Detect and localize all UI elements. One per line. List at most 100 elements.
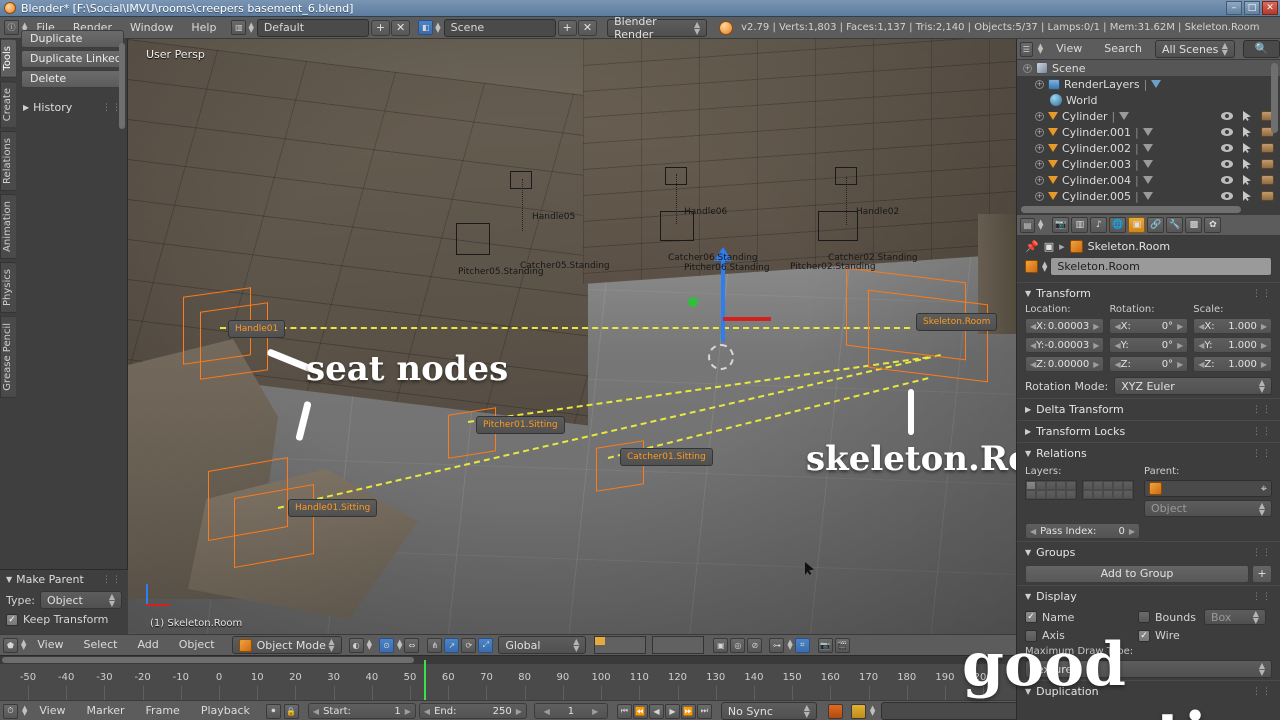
viewport-shading-icon[interactable]: ◐ <box>348 637 364 653</box>
outliner-row[interactable]: + Cylinder.001 | <box>1017 124 1280 140</box>
viewport-menu-view[interactable]: View <box>28 634 72 656</box>
pivot-point-icon[interactable]: ⊙ <box>378 637 394 653</box>
minimize-button[interactable]: – <box>1226 1 1242 15</box>
expand-toggle-icon[interactable]: + <box>1035 143 1044 153</box>
close-button[interactable]: ✕ <box>1262 1 1278 15</box>
outliner-data-icon[interactable] <box>1142 144 1153 152</box>
render-animation-icon[interactable]: 🎬 <box>834 637 850 653</box>
scale-manipulator-icon[interactable]: ⤢ <box>478 637 494 653</box>
tab-physics[interactable]: Physics <box>0 261 16 313</box>
parent-type-select[interactable]: Object ▲ ▼ <box>39 591 122 609</box>
timeline-playhead[interactable] <box>424 660 426 700</box>
editor-type-spinner-icon[interactable]: ▲▼ <box>22 705 27 717</box>
transform-locks-section-header[interactable]: ▶ Transform Locks ⋮⋮ <box>1017 420 1280 442</box>
outliner-menu-search[interactable]: Search <box>1095 38 1151 60</box>
new-screen-button[interactable]: + <box>370 19 391 36</box>
layer-selector-group-2[interactable] <box>652 636 705 654</box>
proportional-edit-icon[interactable]: ⊘ <box>747 637 763 653</box>
outliner-scrollbar-vertical[interactable] <box>1271 63 1278 133</box>
scene-tab-icon[interactable]: ♪ <box>1090 217 1108 233</box>
outliner-search-input[interactable]: 🔍 <box>1242 40 1280 58</box>
translate-manipulator-icon[interactable]: ↗ <box>444 637 460 653</box>
eyedropper-icon[interactable]: ⌖ <box>1261 481 1267 497</box>
texture-tab-icon[interactable]: ▩ <box>1185 217 1203 233</box>
editor-type-info-icon[interactable]: ⓘ <box>4 20 19 35</box>
screen-layout-spinner-icon[interactable]: ▲ ▼ <box>248 21 253 33</box>
selectable-cursor-icon[interactable] <box>1243 175 1251 185</box>
display-section-header[interactable]: ▼ Display ⋮⋮ <box>1017 585 1280 607</box>
manipulator-toggle-icon[interactable]: ⋔ <box>427 637 443 653</box>
renderability-camera-icon[interactable] <box>1261 191 1274 201</box>
manipulator-x-axis[interactable] <box>723 317 771 321</box>
timeline-menu-frame[interactable]: Frame <box>137 700 189 720</box>
delete-button[interactable]: Delete <box>21 70 124 88</box>
screen-layout-icon[interactable]: ▥ <box>231 20 247 35</box>
visibility-eye-icon[interactable] <box>1221 128 1233 136</box>
transform-orientation-select[interactable]: Global ▲ ▼ <box>498 636 587 654</box>
timeline-menu-playback[interactable]: Playback <box>192 700 259 720</box>
wire-box-handle[interactable] <box>835 167 857 185</box>
shading-spinner-icon[interactable]: ▲ ▼ <box>367 639 372 651</box>
screen-layout-field[interactable]: Default <box>256 18 369 37</box>
outliner-data-icon[interactable] <box>1151 80 1162 88</box>
delete-scene-button[interactable]: ✕ <box>577 19 598 36</box>
jump-to-end-icon[interactable]: ⏭ <box>696 703 712 719</box>
scene-icon[interactable]: ◧ <box>418 20 434 35</box>
outliner-row[interactable]: World <box>1017 92 1280 108</box>
pass-index-field[interactable]: ◀ Pass Index: 0 ▶ <box>1025 523 1140 539</box>
tab-grease-pencil[interactable]: Grease Pencil <box>0 315 16 398</box>
wire-box-prop[interactable] <box>818 211 858 241</box>
snap-during-transform-icon[interactable]: ⇔ <box>404 637 420 653</box>
render-tab-icon[interactable]: 📷 <box>1052 217 1070 233</box>
rotation-x-field[interactable]: ◀ X: 0° ▶ <box>1109 318 1189 334</box>
rotation-z-field[interactable]: ◀ Z: 0° ▶ <box>1109 356 1189 372</box>
wire-box-skeleton-room[interactable] <box>868 289 988 383</box>
outliner-display-mode-select[interactable]: All Scenes ▲ ▼ <box>1155 40 1235 58</box>
expand-toggle-icon[interactable]: + <box>1023 63 1032 73</box>
location-x-field[interactable]: ◀ X: 0.00003 ▶ <box>1025 318 1105 334</box>
display-name-row[interactable]: ✓ Name <box>1025 611 1130 624</box>
snap-element-icon[interactable]: ⌗ <box>794 637 810 653</box>
rotation-y-field[interactable]: ◀ Y: 0° ▶ <box>1109 337 1189 353</box>
relations-section-header[interactable]: ▼ Relations ⋮⋮ <box>1017 442 1280 464</box>
make-parent-header[interactable]: ▼ Make Parent ⋮⋮ <box>0 570 128 589</box>
viewport-menu-select[interactable]: Select <box>75 634 127 656</box>
current-frame-field[interactable]: ◀ 1 ▶ <box>533 703 608 719</box>
record-icon[interactable] <box>827 703 843 719</box>
outliner-row[interactable]: + Cylinder.003 | <box>1017 156 1280 172</box>
editor-type-properties-icon[interactable]: ▤ <box>1020 217 1035 233</box>
expand-toggle-icon[interactable]: + <box>1035 159 1044 169</box>
outliner-data-icon[interactable] <box>1142 176 1153 184</box>
prev-keyframe-icon[interactable]: ⏪ <box>632 703 648 719</box>
display-bounds-row[interactable]: Bounds <box>1138 611 1196 624</box>
visibility-eye-icon[interactable] <box>1221 176 1233 184</box>
auto-keyframe-icon[interactable]: ⏺ <box>265 703 281 719</box>
outliner-row[interactable]: + Cylinder.004 | <box>1017 172 1280 188</box>
render-engine-select[interactable]: Blender Render ▲ ▼ <box>607 15 708 41</box>
transform-section-header[interactable]: ▼ Transform ⋮⋮ <box>1017 282 1280 304</box>
renderability-camera-icon[interactable] <box>1261 175 1274 185</box>
next-keyframe-icon[interactable]: ⏩ <box>680 703 696 719</box>
renderability-camera-icon[interactable] <box>1261 159 1274 169</box>
render-layers-tab-icon[interactable]: ▥ <box>1071 217 1089 233</box>
outliner-row[interactable]: + Cylinder | <box>1017 108 1280 124</box>
new-scene-button[interactable]: + <box>557 19 577 36</box>
browse-object-icon[interactable]: ▣ <box>1044 240 1054 253</box>
outliner-data-icon[interactable] <box>1142 192 1153 200</box>
timeline-scroll-thumb[interactable] <box>2 657 414 663</box>
outliner-data-icon[interactable] <box>1142 128 1153 136</box>
outliner-data-icon[interactable] <box>1119 112 1130 120</box>
scale-x-field[interactable]: ◀ X: 1.000 ▶ <box>1193 318 1272 334</box>
interaction-mode-select[interactable]: Object Mode ▲ ▼ <box>231 636 342 654</box>
expand-toggle-icon[interactable]: + <box>1035 175 1044 185</box>
expand-toggle-icon[interactable]: + <box>1035 191 1044 201</box>
rotation-mode-select[interactable]: XYZ Euler ▲ ▼ <box>1114 377 1272 395</box>
outliner-row[interactable]: + RenderLayers | <box>1017 76 1280 92</box>
scene-spinner-icon[interactable]: ▲ ▼ <box>435 21 440 33</box>
lock-camera-icon[interactable]: ▣ <box>713 637 729 653</box>
groups-section-header[interactable]: ▼ Groups ⋮⋮ <box>1017 541 1280 563</box>
wire-box-handle[interactable] <box>665 167 687 185</box>
keep-transform-row[interactable]: ✓ Keep Transform <box>0 611 128 628</box>
menu-window[interactable]: Window <box>121 17 182 39</box>
viewport-menu-object[interactable]: Object <box>170 634 224 656</box>
